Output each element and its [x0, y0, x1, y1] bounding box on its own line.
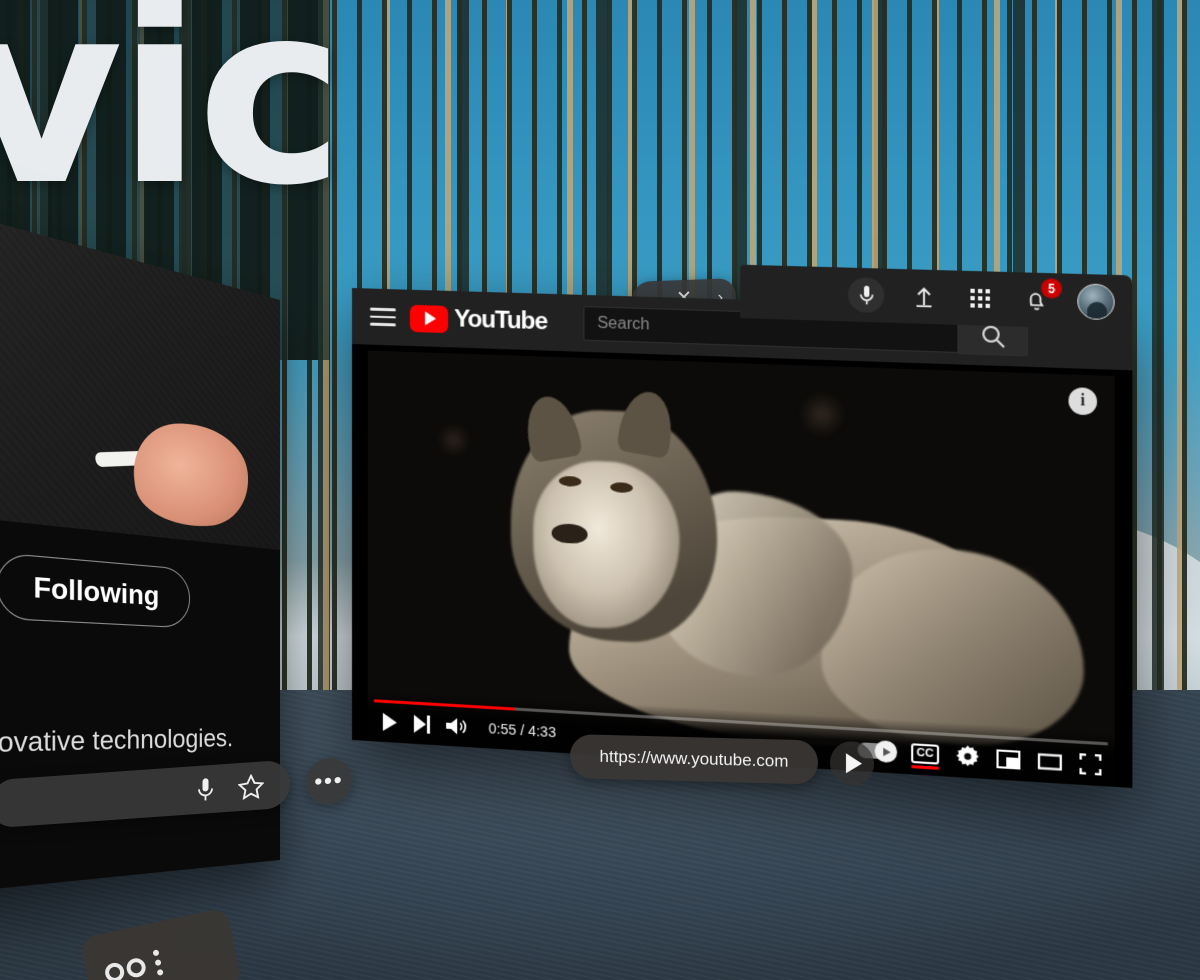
go-arrow-icon [846, 753, 862, 774]
vr-scene: vic lia Consultancy [0, 0, 1200, 980]
play-icon [382, 712, 398, 732]
writing-hand [126, 422, 254, 529]
play-button[interactable] [382, 712, 398, 732]
voice-search-button[interactable] [848, 276, 885, 314]
upload-icon [914, 286, 933, 307]
notifications-button[interactable]: 5 [1020, 278, 1062, 316]
apps-grid-icon [970, 288, 990, 309]
miniplayer-button[interactable] [996, 749, 1020, 769]
autoplay-knob [874, 740, 898, 764]
apps-button[interactable] [964, 282, 997, 314]
fullscreen-icon [1079, 753, 1101, 775]
url-bar-group: https://www.youtube.com [570, 734, 874, 786]
avatar[interactable] [1077, 283, 1115, 321]
search-placeholder: Search [597, 314, 650, 334]
miniplayer-icon [996, 749, 1020, 769]
youtube-play-icon [409, 304, 449, 333]
voice-input-button[interactable] [197, 776, 214, 802]
youtube-logo[interactable]: YouTube [409, 304, 547, 337]
bookmark-button[interactable] [238, 773, 264, 800]
progress-played [373, 698, 515, 711]
theater-mode-button[interactable] [1038, 751, 1062, 771]
url-input[interactable]: https://www.youtube.com [570, 734, 818, 785]
theater-mode-icon [1038, 751, 1062, 771]
following-button[interactable]: Following [0, 552, 190, 629]
volume-icon [446, 716, 468, 735]
fullscreen-button[interactable] [1079, 753, 1101, 775]
browser-window[interactable]: 5 YouTube Search i 0:55 / 4:33 CC [352, 264, 1133, 788]
captions-button[interactable]: CC [911, 743, 940, 765]
hamburger-icon[interactable] [369, 307, 396, 326]
url-go-button[interactable] [830, 740, 874, 786]
next-track-icon [413, 714, 430, 734]
poster-wordmark: vic [0, 0, 345, 240]
video-player[interactable]: i 0:55 / 4:33 CC [367, 350, 1115, 787]
notification-badge: 5 [1041, 278, 1062, 299]
ground-track [871, 961, 1200, 980]
dock-dots [152, 949, 164, 976]
vr-headset-icon [103, 956, 148, 980]
upload-button[interactable] [908, 281, 940, 313]
next-button[interactable] [413, 714, 430, 734]
microphone-icon [858, 284, 874, 306]
youtube-app: YouTube Search i 0:55 / 4:33 CC [352, 288, 1133, 788]
star-icon [238, 773, 264, 800]
settings-button[interactable] [956, 744, 979, 768]
info-icon[interactable]: i [1068, 387, 1098, 416]
microphone-icon [197, 776, 214, 802]
volume-button[interactable] [446, 716, 468, 735]
time-display: 0:55 / 4:33 [488, 719, 556, 740]
youtube-logo-text: YouTube [454, 305, 547, 336]
video-area: i 0:55 / 4:33 CC [352, 344, 1133, 788]
gear-icon [956, 744, 979, 768]
search-icon [981, 325, 1005, 349]
